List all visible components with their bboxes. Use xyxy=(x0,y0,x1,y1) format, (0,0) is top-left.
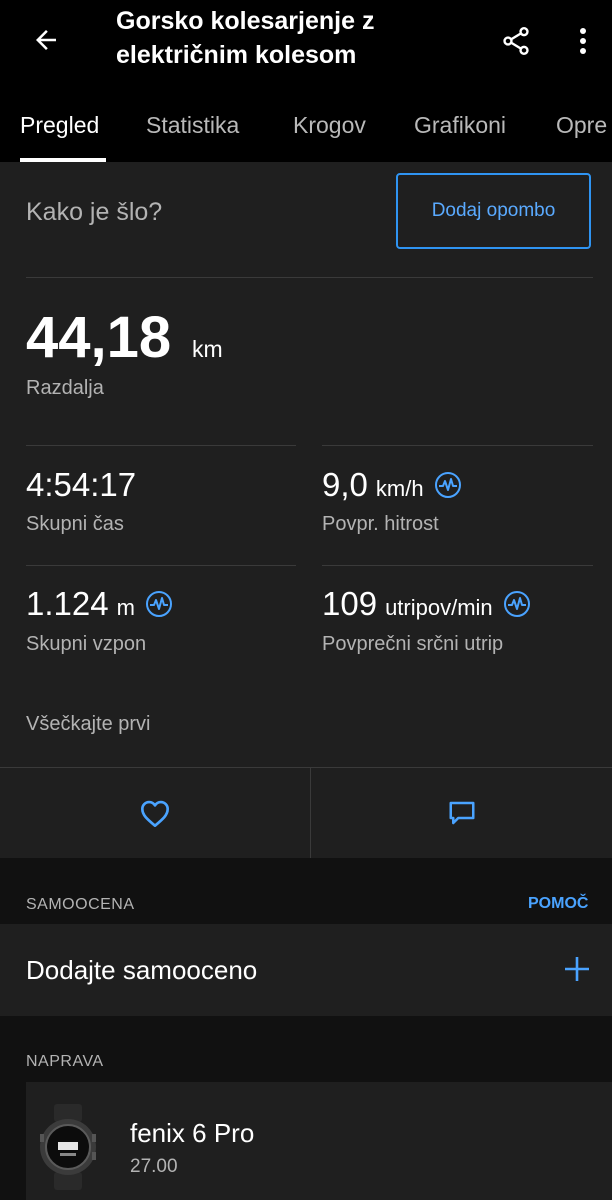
tab-pregled[interactable]: Pregled xyxy=(20,104,99,162)
stat-value: 109 xyxy=(322,585,378,622)
stat-unit: utripov/min xyxy=(385,595,493,620)
avg-speed-stat: 9,0 km/h xyxy=(322,466,462,504)
back-button[interactable] xyxy=(26,22,66,58)
help-link[interactable]: POMOČ xyxy=(528,895,588,913)
avg-heart-rate-stat: 109 utripov/min xyxy=(322,585,531,623)
tab-grafikoni[interactable]: Grafikoni xyxy=(414,104,506,162)
distance-value: 44,18 xyxy=(26,305,172,370)
divider xyxy=(322,445,593,446)
like-button[interactable] xyxy=(0,768,310,858)
self-eval-section-label: SAMOOCENA xyxy=(26,896,135,913)
more-options-button[interactable] xyxy=(568,22,598,60)
chart-pulse-icon[interactable] xyxy=(434,471,462,499)
add-self-eval-row[interactable]: Dodajte samooceno xyxy=(0,924,612,1016)
stat-value: 1.124 xyxy=(26,585,109,622)
divider xyxy=(26,445,296,446)
divider xyxy=(322,565,593,566)
device-name: fenix 6 Pro xyxy=(130,1118,255,1148)
chart-pulse-icon[interactable] xyxy=(145,590,173,618)
total-time-stat: 4:54:17 xyxy=(26,466,136,504)
tab-statistika[interactable]: Statistika xyxy=(146,104,239,162)
chart-pulse-icon[interactable] xyxy=(503,590,531,618)
plus-icon[interactable] xyxy=(562,954,592,984)
device-section-label: NAPRAVA xyxy=(26,1053,104,1070)
stat-label: Povprečni srčni utrip xyxy=(322,633,504,655)
arrow-left-icon xyxy=(36,30,56,50)
tab-oprema[interactable]: Opre xyxy=(556,104,607,162)
tab-krogov[interactable]: Krogov xyxy=(293,104,366,162)
how-was-it-prompt: Kako je šlo? xyxy=(26,198,163,226)
stat-label: Skupni čas xyxy=(26,513,124,535)
comment-button[interactable] xyxy=(311,768,612,858)
stat-unit: km/h xyxy=(375,476,424,501)
watch-icon xyxy=(40,1104,96,1190)
share-icon xyxy=(503,27,529,55)
stat-value: 9,0 xyxy=(322,466,368,503)
tab-bar: Pregled Statistika Krogov Grafikoni Opre xyxy=(0,104,612,162)
distance-label: Razdalja xyxy=(26,377,104,399)
device-row[interactable]: fenix 6 Pro 27.00 xyxy=(26,1082,612,1200)
elevation-gain-stat: 1.124 m xyxy=(26,585,173,623)
stat-unit: m xyxy=(116,595,135,620)
like-first-text: Všečkajte prvi xyxy=(26,713,151,735)
add-self-eval-label: Dodajte samooceno xyxy=(26,955,258,985)
stat-label: Skupni vzpon xyxy=(26,633,147,655)
more-vertical-icon xyxy=(580,28,586,54)
divider xyxy=(26,277,593,278)
share-button[interactable] xyxy=(496,22,536,60)
page-title: Gorsko kolesarjenje z električnim koleso… xyxy=(116,7,375,69)
device-version: 27.00 xyxy=(130,1156,178,1177)
app-header: Gorsko kolesarjenje z električnim koleso… xyxy=(0,0,612,162)
heart-icon xyxy=(141,800,169,828)
stat-label: Povpr. hitrost xyxy=(322,513,439,535)
divider xyxy=(26,565,296,566)
stat-value: 4:54:17 xyxy=(26,466,137,503)
distance-unit: km xyxy=(192,336,223,362)
activity-summary-card: Kako je šlo? Dodaj opombo 44,18 km Razda… xyxy=(0,162,612,858)
comment-icon xyxy=(449,801,474,825)
add-note-button[interactable]: Dodaj opombo xyxy=(396,173,591,249)
